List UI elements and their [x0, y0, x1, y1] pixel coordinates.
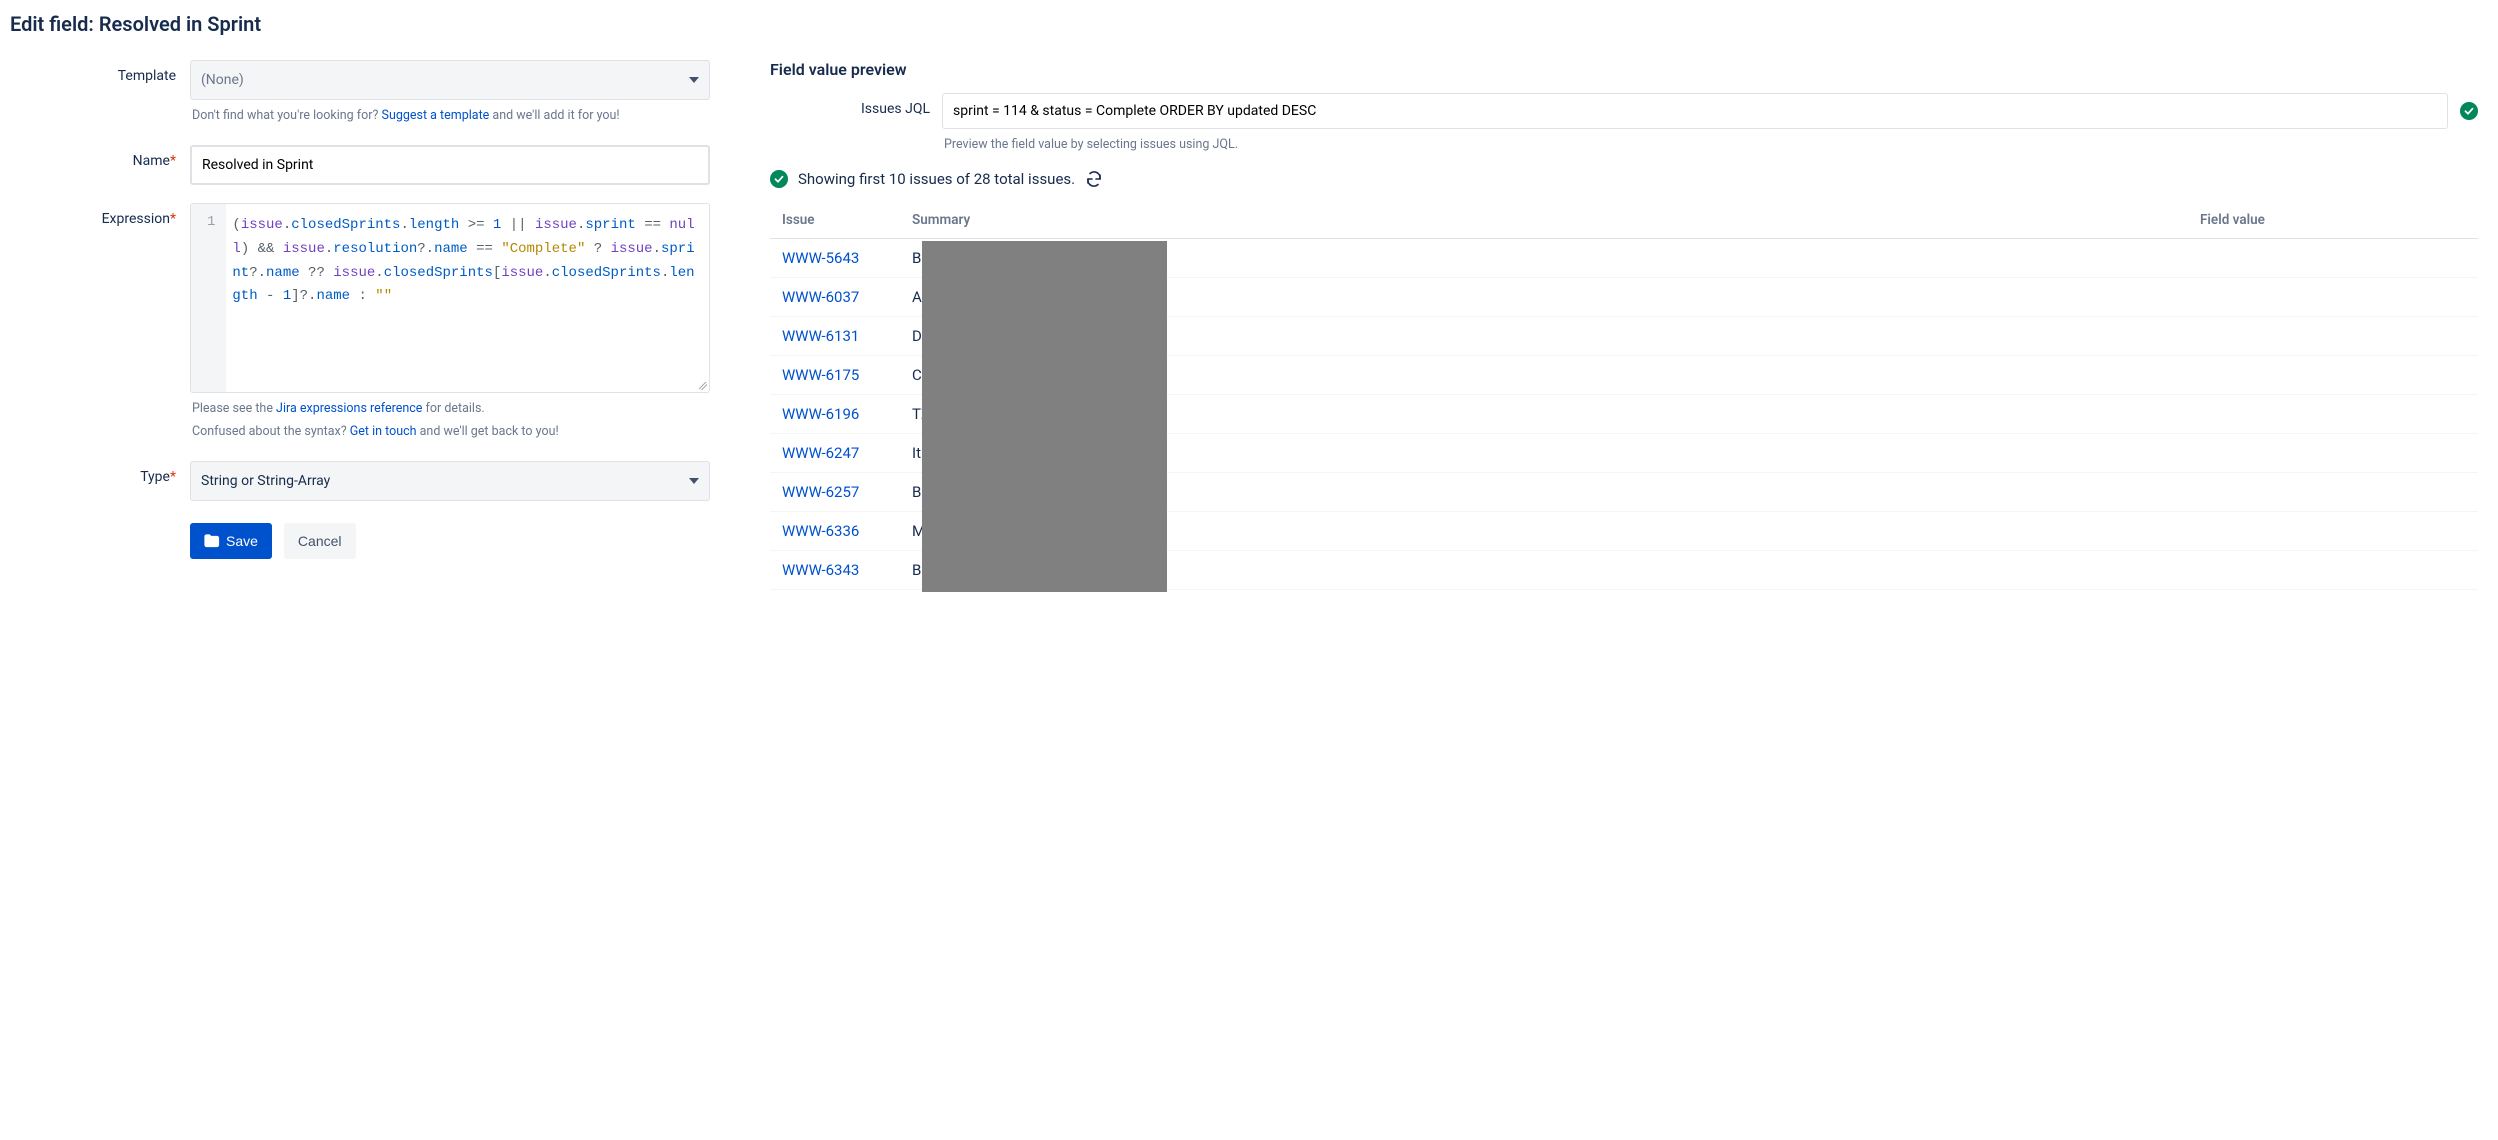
field-value-cell: [2188, 551, 2478, 590]
template-help-suffix: and we'll add it for you!: [489, 108, 619, 123]
cancel-button-label: Cancel: [298, 533, 342, 549]
name-label: Name*: [10, 145, 190, 169]
save-button[interactable]: Save: [190, 523, 272, 559]
edit-form: Template (None) Don't find what you're l…: [10, 60, 710, 565]
type-label: Type*: [10, 461, 190, 485]
preview-title: Field value preview: [770, 60, 2478, 79]
field-value-cell: [2188, 317, 2478, 356]
suggest-template-link[interactable]: Suggest a template: [382, 108, 490, 123]
page-title: Edit field: Resolved in Sprint: [10, 12, 2478, 36]
expression-help1-suffix: for details.: [422, 401, 484, 416]
cancel-button[interactable]: Cancel: [284, 523, 356, 559]
editor-gutter: 1: [191, 204, 226, 392]
save-button-label: Save: [226, 533, 258, 549]
template-label: Template: [10, 60, 190, 84]
name-input[interactable]: [190, 145, 710, 185]
issue-link[interactable]: WWW-6037: [782, 288, 859, 306]
field-value-cell: [2188, 239, 2478, 278]
template-select[interactable]: (None): [190, 60, 710, 100]
field-value-cell: [2188, 395, 2478, 434]
get-in-touch-link[interactable]: Get in touch: [350, 424, 417, 439]
expression-editor[interactable]: 1 (issue.closedSprints.length >= 1 || is…: [190, 203, 710, 393]
issue-link[interactable]: WWW-6196: [782, 405, 859, 423]
jql-label: Issues JQL: [770, 93, 930, 117]
template-help: Don't find what you're looking for? Sugg…: [190, 108, 710, 123]
issue-link[interactable]: WWW-6257: [782, 483, 859, 501]
issue-link[interactable]: WWW-6247: [782, 444, 859, 462]
jira-expressions-reference-link[interactable]: Jira expressions reference: [276, 401, 422, 416]
template-value: (None): [201, 72, 244, 88]
issue-link[interactable]: WWW-6131: [782, 327, 859, 345]
expression-help-2: Confused about the syntax? Get in touch …: [190, 424, 710, 439]
field-value-cell: [2188, 356, 2478, 395]
expression-help1-prefix: Please see the: [192, 401, 276, 416]
preview-panel: Field value preview Issues JQL Preview t…: [770, 60, 2478, 590]
redaction-overlay: [922, 241, 1167, 592]
type-select[interactable]: String or String-Array: [190, 461, 710, 501]
chevron-down-icon: [689, 77, 699, 83]
issue-link[interactable]: WWW-6343: [782, 561, 859, 579]
issue-link[interactable]: WWW-6336: [782, 522, 859, 540]
issue-link[interactable]: WWW-5643: [782, 249, 859, 267]
field-value-cell: [2188, 473, 2478, 512]
expression-label: Expression*: [10, 203, 190, 227]
expression-help-1: Please see the Jira expressions referenc…: [190, 401, 710, 416]
field-value-cell: [2188, 278, 2478, 317]
issue-link[interactable]: WWW-6175: [782, 366, 859, 384]
editor-body[interactable]: (issue.closedSprints.length >= 1 || issu…: [226, 204, 709, 392]
field-value-cell: [2188, 512, 2478, 551]
jql-help: Preview the field value by selecting iss…: [942, 137, 2448, 152]
chevron-down-icon: [689, 478, 699, 484]
col-issue: Issue: [770, 202, 900, 239]
col-field-value: Field value: [2188, 202, 2478, 239]
refresh-icon[interactable]: [1085, 170, 1103, 188]
type-value: String or String-Array: [201, 473, 330, 489]
template-help-prefix: Don't find what you're looking for?: [192, 108, 382, 123]
col-summary: Summary: [900, 202, 2188, 239]
jql-input[interactable]: [942, 93, 2448, 129]
showing-text: Showing first 10 issues of 28 total issu…: [798, 170, 1075, 188]
expression-help2-suffix: and we'll get back to you!: [417, 424, 559, 439]
check-icon: [770, 170, 788, 188]
resize-handle-icon[interactable]: [695, 378, 709, 392]
folder-icon: [204, 534, 220, 548]
expression-help2-prefix: Confused about the syntax?: [192, 424, 350, 439]
check-icon: [2460, 102, 2478, 120]
field-value-cell: [2188, 434, 2478, 473]
